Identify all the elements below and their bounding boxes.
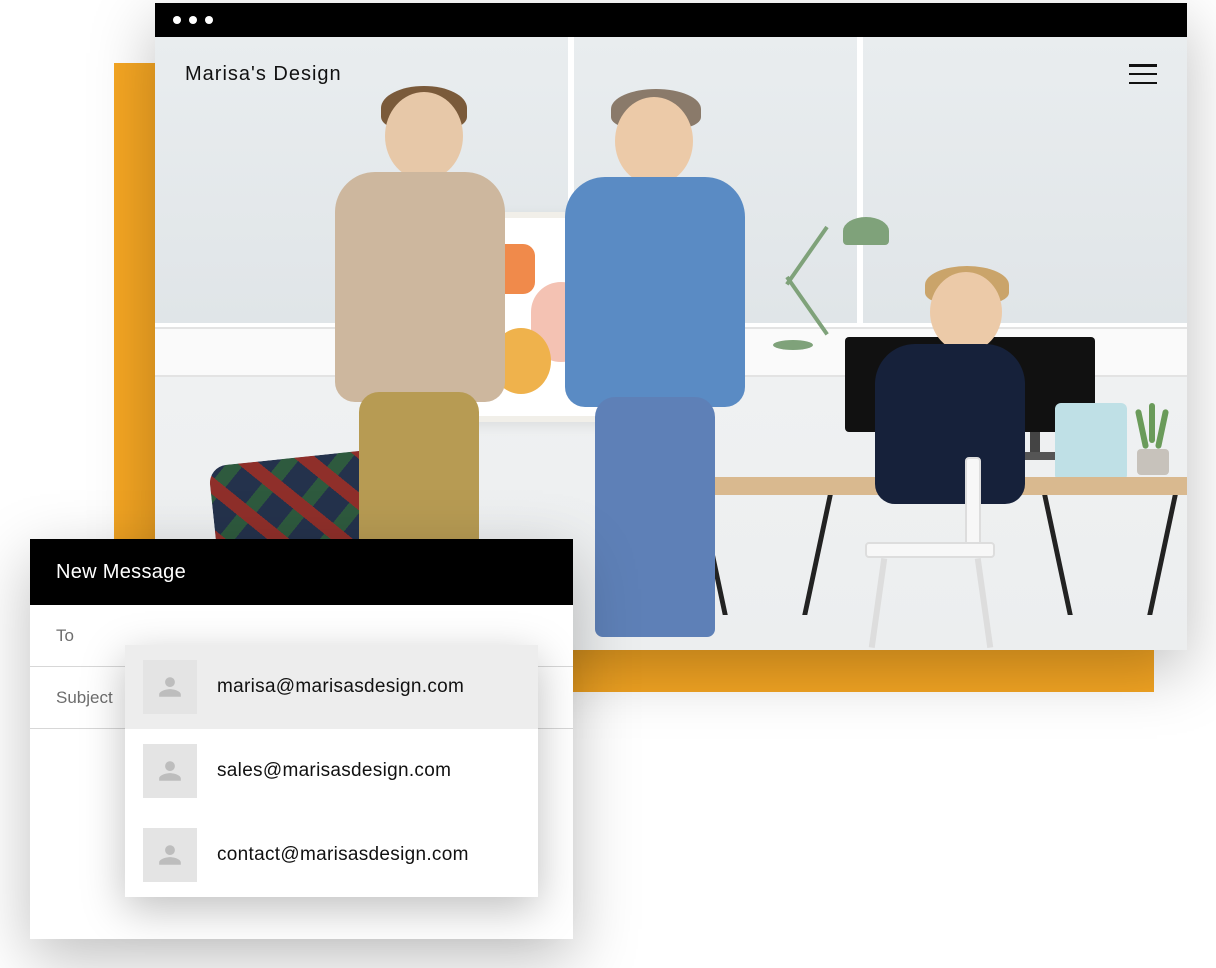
scene-cup: [1055, 403, 1127, 481]
menu-icon[interactable]: [1129, 64, 1157, 84]
subject-label: Subject: [56, 688, 113, 708]
suggestion-email: contact@marisasdesign.com: [217, 844, 469, 866]
suggestion-item[interactable]: marisa@marisasdesign.com: [125, 645, 538, 729]
scene-chair: [845, 487, 1015, 650]
window-dot[interactable]: [173, 16, 181, 24]
window-titlebar: [155, 3, 1187, 37]
compose-title: New Message: [30, 539, 573, 605]
suggestion-email: sales@marisasdesign.com: [217, 760, 451, 782]
avatar-icon: [143, 744, 197, 798]
site-title: Marisa's Design: [185, 63, 342, 86]
to-label: To: [56, 626, 74, 646]
avatar-icon: [143, 828, 197, 882]
scene-lamp: [755, 217, 895, 357]
avatar-icon: [143, 660, 197, 714]
compose-title-text: New Message: [56, 561, 186, 584]
scene-person: [555, 97, 755, 637]
suggestion-item[interactable]: contact@marisasdesign.com: [125, 813, 538, 897]
window-dot[interactable]: [205, 16, 213, 24]
email-suggestions: marisa@marisasdesign.com sales@marisasde…: [125, 645, 538, 897]
site-header: Marisa's Design: [155, 37, 1187, 111]
suggestion-item[interactable]: sales@marisasdesign.com: [125, 729, 538, 813]
suggestion-email: marisa@marisasdesign.com: [217, 676, 464, 698]
window-dot[interactable]: [189, 16, 197, 24]
scene-plant: [1133, 409, 1173, 475]
